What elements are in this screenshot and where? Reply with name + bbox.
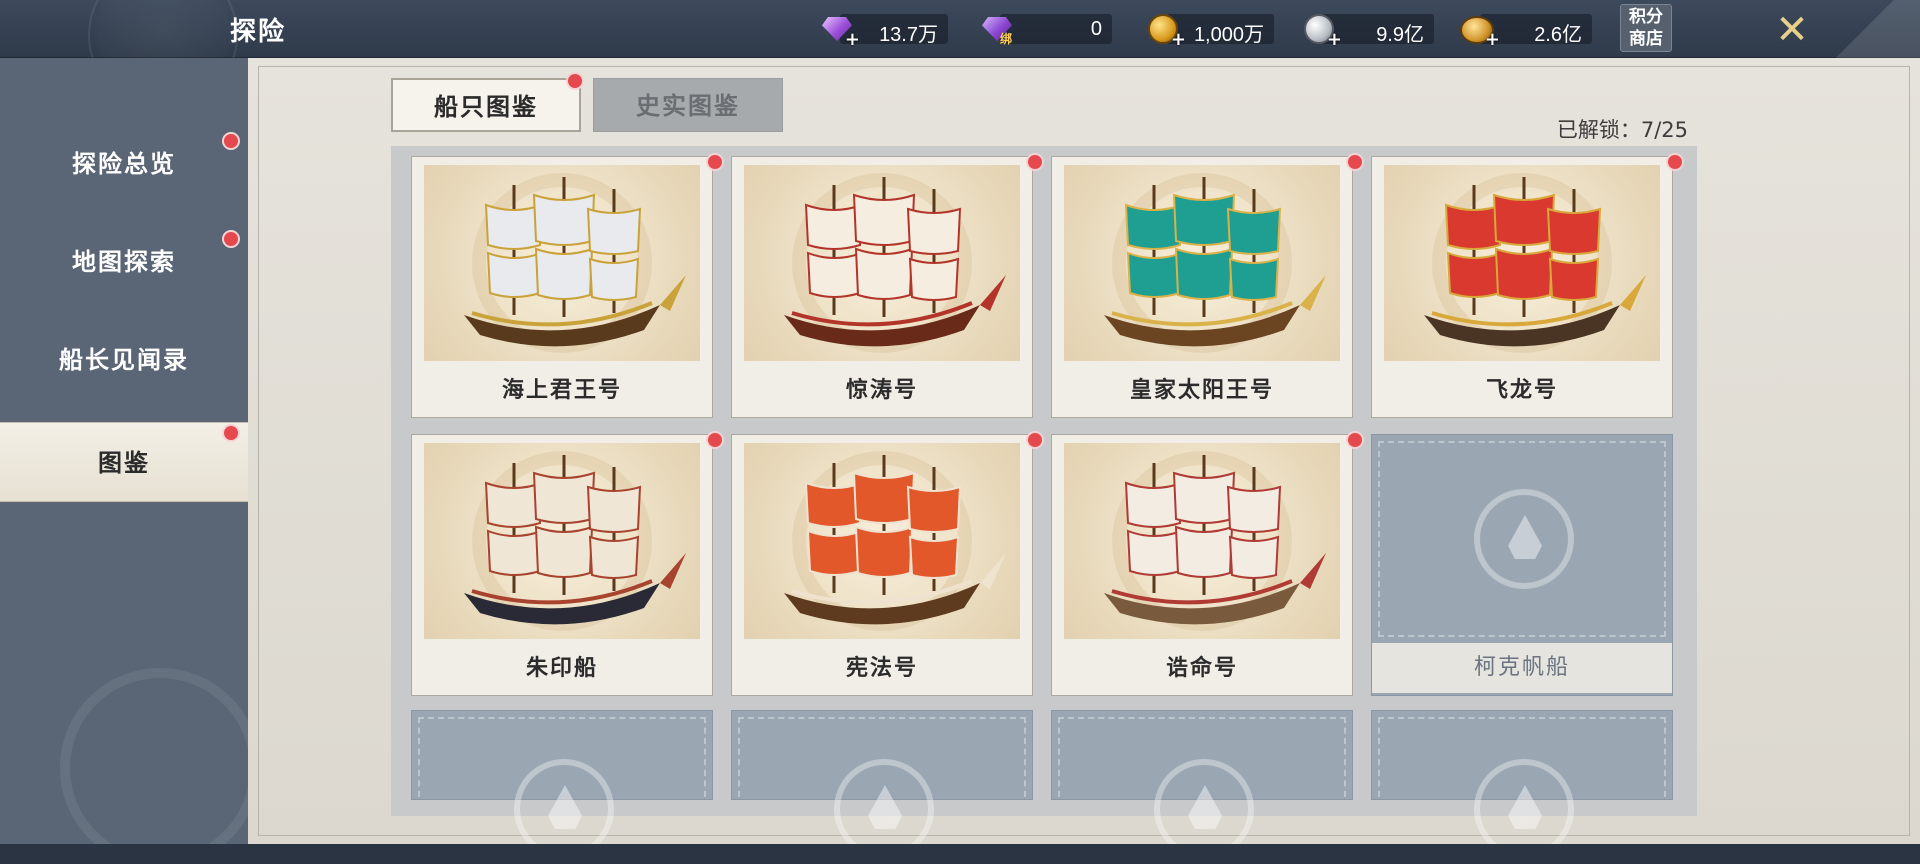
close-icon[interactable]: ✕ bbox=[1772, 10, 1812, 50]
points-shop-button[interactable]: 积分 商店 bbox=[1620, 4, 1672, 52]
ship-new-badge bbox=[1026, 431, 1044, 449]
sidebar-item-codex[interactable]: 图鉴 bbox=[0, 422, 248, 502]
ship-card[interactable]: 海上君王号 bbox=[411, 153, 724, 418]
silver-coin-counter[interactable]: + 9.9亿 bbox=[1300, 12, 1434, 50]
ship-name: 惊涛号 bbox=[845, 377, 918, 403]
page-title: 探险 bbox=[230, 17, 287, 47]
map-badge bbox=[222, 230, 240, 248]
ship-illustration-icon bbox=[464, 177, 686, 347]
ship-name: 飞龙号 bbox=[1485, 377, 1558, 403]
ship-card[interactable]: 诰命号 bbox=[1051, 431, 1364, 696]
ship-illustration-icon bbox=[784, 177, 1006, 347]
locked-ship-card[interactable]: 柯克帆船 bbox=[1371, 434, 1673, 696]
ship-illustration-icon bbox=[1424, 177, 1646, 347]
ship-illustration-icon bbox=[464, 455, 686, 625]
silver-coin-icon: + bbox=[1300, 12, 1342, 50]
ship-illustration-icon bbox=[1104, 455, 1326, 625]
gold-stack-counter[interactable]: + 2.6亿 bbox=[1458, 12, 1592, 50]
ship-new-badge bbox=[706, 431, 724, 449]
overview-badge bbox=[222, 132, 240, 150]
ship-art bbox=[744, 165, 1020, 361]
ship-art bbox=[1064, 443, 1340, 639]
locked-ship-card[interactable] bbox=[411, 710, 713, 859]
sidebar: 探险总览 地图探索 船长见闻录 图鉴 bbox=[0, 58, 260, 864]
ship-card[interactable]: 皇家太阳王号 bbox=[1051, 153, 1364, 418]
ship-illustration-icon bbox=[784, 455, 1006, 625]
purple-diamond-value: 13.7万 bbox=[879, 24, 938, 46]
gold-coin-value: 1,000万 bbox=[1193, 24, 1264, 46]
sidebar-item-captain-log[interactable]: 船长见闻录 bbox=[0, 324, 248, 396]
locked-ship-card[interactable] bbox=[1051, 710, 1353, 859]
tab-history-codex[interactable]: 史实图鉴 bbox=[593, 78, 783, 132]
ship-new-badge bbox=[1346, 153, 1364, 171]
ship-new-badge bbox=[706, 153, 724, 171]
ship-new-badge bbox=[1666, 153, 1684, 171]
ship-illustration-icon bbox=[1104, 177, 1326, 347]
bound-purple-diamond-icon: 绑 bbox=[978, 12, 1018, 48]
ship-art bbox=[1064, 165, 1340, 361]
locked-ship-card[interactable] bbox=[731, 710, 1033, 859]
ship-name: 柯克帆船 bbox=[1372, 643, 1672, 693]
bottom-bar bbox=[0, 844, 1920, 864]
ship-art bbox=[1384, 165, 1660, 361]
ship-name: 海上君王号 bbox=[501, 377, 622, 403]
gold-coin-stack-icon: + bbox=[1458, 12, 1500, 50]
compass-ship-icon bbox=[1474, 489, 1574, 589]
ship-new-badge bbox=[1026, 153, 1044, 171]
purple-diamond-icon: + bbox=[818, 12, 860, 50]
ship-wheel-icon bbox=[60, 668, 260, 864]
ship-grid: 海上君王号 惊涛号 皇家太阳王号 飞龙号 朱印船 宪法号 诰命号 柯克帆船 bbox=[391, 146, 1697, 859]
ship-name: 朱印船 bbox=[525, 655, 598, 681]
bound-diamond-counter[interactable]: 绑 0 bbox=[978, 12, 1112, 46]
ship-name: 宪法号 bbox=[845, 655, 918, 681]
unlock-progress: 已解锁：7/25 bbox=[1556, 118, 1688, 142]
ship-name: 诰命号 bbox=[1165, 655, 1238, 681]
gold-stack-value: 2.6亿 bbox=[1534, 24, 1582, 46]
gold-coin-icon: + bbox=[1144, 12, 1186, 50]
corner-decoration bbox=[1810, 0, 1920, 58]
silver-coin-value: 9.9亿 bbox=[1376, 24, 1424, 46]
bound-diamond-value: 0 bbox=[1090, 18, 1102, 40]
ship-card[interactable]: 飞龙号 bbox=[1371, 153, 1684, 418]
tab-ship-codex[interactable]: 船只图鉴 bbox=[391, 78, 581, 132]
ship-name: 皇家太阳王号 bbox=[1129, 377, 1274, 403]
ship-codex-badge bbox=[566, 72, 584, 90]
main-panel: 船只图鉴 史实图鉴 已解锁：7/25 海上君王号 惊涛号 皇家太阳王号 飞龙号 … bbox=[248, 58, 1920, 859]
gold-coin-counter[interactable]: + 1,000万 bbox=[1144, 12, 1274, 50]
ship-art bbox=[744, 443, 1020, 639]
ship-art bbox=[424, 443, 700, 639]
top-bar: 探险 + 13.7万 绑 0 + 1,000万 + 9.9亿 + 2.6亿 积分… bbox=[0, 0, 1920, 110]
locked-ship-card[interactable] bbox=[1371, 710, 1673, 859]
ship-card[interactable]: 宪法号 bbox=[731, 431, 1044, 696]
ship-new-badge bbox=[1346, 431, 1364, 449]
sidebar-item-map[interactable]: 地图探索 bbox=[0, 226, 248, 298]
sidebar-item-overview[interactable]: 探险总览 bbox=[0, 128, 248, 200]
purple-diamond-counter[interactable]: + 13.7万 bbox=[818, 12, 948, 50]
ship-card[interactable]: 朱印船 bbox=[411, 431, 724, 696]
ship-art bbox=[424, 165, 700, 361]
codex-badge bbox=[222, 424, 240, 442]
ship-card[interactable]: 惊涛号 bbox=[731, 153, 1044, 418]
